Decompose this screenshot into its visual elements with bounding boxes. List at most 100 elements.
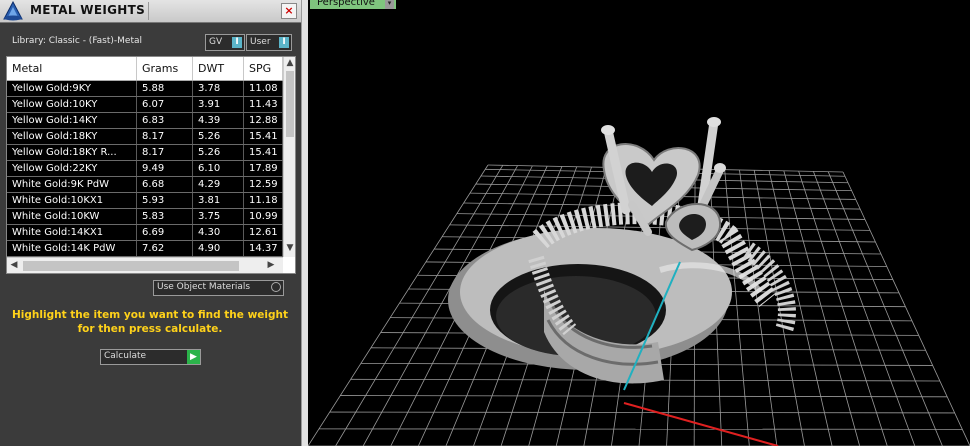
cell-spg: 12.59 <box>244 177 283 192</box>
use-object-materials-label: Use Object Materials <box>157 282 251 292</box>
table-row[interactable]: Yellow Gold:18KY R... 8.17 5.26 15.41 <box>7 145 283 161</box>
scroll-right-icon[interactable]: ▶ <box>265 260 277 270</box>
column-header-metal[interactable]: Metal <box>7 57 137 80</box>
grid-line <box>768 170 833 446</box>
scroll-left-icon[interactable]: ◀ <box>8 260 20 270</box>
use-object-materials-toggle[interactable]: Use Object Materials <box>153 280 284 296</box>
cell-dwt: 3.91 <box>193 97 244 112</box>
table-row[interactable]: White Gold:10KW 5.83 3.75 10.99 <box>7 209 283 225</box>
cell-grams: 6.07 <box>137 97 193 112</box>
grid-line <box>798 171 888 446</box>
cell-grams: 8.17 <box>137 145 193 160</box>
3d-viewport[interactable]: Perspective ▾ <box>308 0 970 446</box>
metal-weights-panel: METAL WEIGHTS × Library: Classic - (Fast… <box>0 0 301 446</box>
cell-grams: 5.83 <box>137 209 193 224</box>
table-body: Yellow Gold:9KY 5.88 3.78 11.08 Yellow Gold:… <box>7 81 283 257</box>
cell-metal: Yellow Gold:14KY <box>7 113 137 128</box>
table-row[interactable]: White Gold:9K PdW 6.68 4.29 12.59 <box>7 177 283 193</box>
user-dropdown[interactable]: User I <box>246 34 292 51</box>
cell-spg: 10.99 <box>244 209 283 224</box>
viewport-menu-button[interactable]: ▾ <box>385 0 394 9</box>
table-row[interactable]: White Gold:10KX1 5.93 3.81 11.18 <box>7 193 283 209</box>
cell-spg: 11.08 <box>244 81 283 96</box>
cell-spg: 15.41 <box>244 145 283 160</box>
radio-circle-icon[interactable] <box>271 282 281 292</box>
cell-metal: White Gold:9K PdW <box>7 177 137 192</box>
gv-dropdown-label: GV <box>209 37 223 47</box>
vertical-scroll-thumb[interactable] <box>286 71 294 137</box>
cell-spg: 15.41 <box>244 129 283 144</box>
app-logo-icon <box>3 1 23 21</box>
cell-dwt: 4.29 <box>193 177 244 192</box>
cell-grams: 8.17 <box>137 129 193 144</box>
gv-dropdown[interactable]: GV I <box>205 34 245 51</box>
cell-spg: 14.37 <box>244 241 283 256</box>
table-row[interactable]: Yellow Gold:14KY 6.83 4.39 12.88 <box>7 113 283 129</box>
table-row[interactable]: Yellow Gold:22KY 9.49 6.10 17.89 <box>7 161 283 177</box>
vertical-scrollbar[interactable]: ▲ ▼ <box>283 57 295 257</box>
cell-dwt: 5.26 <box>193 129 244 144</box>
metal-table[interactable]: Metal Grams DWT SPG Yellow Gold:9KY 5.88 3… <box>6 56 296 274</box>
window-title: METAL WEIGHTS <box>30 3 146 17</box>
cell-dwt: 5.26 <box>193 145 244 160</box>
column-header-grams[interactable]: Grams <box>137 57 193 80</box>
grid-line <box>739 169 778 446</box>
grid-line <box>827 171 943 446</box>
cell-spg: 11.18 <box>244 193 283 208</box>
table-row[interactable]: Yellow Gold:18KY 8.17 5.26 15.41 <box>7 129 283 145</box>
cell-dwt: 3.81 <box>193 193 244 208</box>
instruction-line-1: Highlight the item you want to find the … <box>12 309 288 321</box>
table-row[interactable]: Yellow Gold:9KY 5.88 3.78 11.08 <box>7 81 283 97</box>
cell-spg: 11.43 <box>244 97 283 112</box>
user-dropdown-label: User <box>250 37 271 47</box>
cell-dwt: 3.75 <box>193 209 244 224</box>
grid-line <box>724 169 750 446</box>
table-row[interactable]: White Gold:14K PdW 7.62 4.90 14.37 <box>7 241 283 257</box>
cell-grams: 6.69 <box>137 225 193 240</box>
viewport-label[interactable]: Perspective <box>310 0 396 9</box>
cell-metal: Yellow Gold:10KY <box>7 97 137 112</box>
column-header-spg[interactable]: SPG <box>244 57 283 80</box>
library-label: Library: Classic - (Fast)-Metal <box>12 36 143 46</box>
dropdown-arrow-icon: I <box>232 37 242 48</box>
cell-metal: White Gold:14KX1 <box>7 225 137 240</box>
calculate-label: Calculate <box>104 351 147 361</box>
cell-spg: 12.88 <box>244 113 283 128</box>
title-bar[interactable]: METAL WEIGHTS × <box>0 0 301 23</box>
cell-grams: 6.68 <box>137 177 193 192</box>
instruction-text: Highlight the item you want to find the … <box>10 308 290 336</box>
table-row[interactable]: White Gold:14KX1 6.69 4.30 12.61 <box>7 225 283 241</box>
cell-grams: 6.83 <box>137 113 193 128</box>
grid-line <box>753 170 805 446</box>
title-separator <box>148 2 149 20</box>
cell-metal: White Gold:10KX1 <box>7 193 137 208</box>
scroll-down-icon[interactable]: ▼ <box>284 243 295 253</box>
cell-metal: Yellow Gold:18KY <box>7 129 137 144</box>
cell-metal: Yellow Gold:18KY R... <box>7 145 137 160</box>
x-axis-line <box>623 402 779 446</box>
scroll-up-icon[interactable]: ▲ <box>284 58 295 68</box>
column-header-dwt[interactable]: DWT <box>193 57 244 80</box>
grid-line <box>842 171 970 446</box>
cell-dwt: 4.90 <box>193 241 244 256</box>
cell-spg: 17.89 <box>244 161 283 176</box>
cell-metal: Yellow Gold:22KY <box>7 161 137 176</box>
instruction-line-2: for then press calculate. <box>77 323 223 335</box>
grid-line <box>813 171 916 446</box>
play-arrow-icon[interactable]: ▶ <box>187 350 200 364</box>
close-button[interactable]: × <box>281 3 297 19</box>
cell-dwt: 3.78 <box>193 81 244 96</box>
cell-grams: 7.62 <box>137 241 193 256</box>
table-row[interactable]: Yellow Gold:10KY 6.07 3.91 11.43 <box>7 97 283 113</box>
cell-spg: 12.61 <box>244 225 283 240</box>
ring-model[interactable] <box>448 117 796 384</box>
viewport-scene <box>308 117 970 446</box>
cell-dwt: 4.30 <box>193 225 244 240</box>
horizontal-scroll-thumb[interactable] <box>23 261 239 271</box>
grid-line <box>329 411 955 414</box>
table-header: Metal Grams DWT SPG <box>7 57 283 81</box>
cell-grams: 9.49 <box>137 161 193 176</box>
horizontal-scrollbar[interactable]: ◀ ▶ <box>7 257 283 273</box>
calculate-button[interactable]: Calculate ▶ <box>100 349 201 365</box>
cell-dwt: 4.39 <box>193 113 244 128</box>
